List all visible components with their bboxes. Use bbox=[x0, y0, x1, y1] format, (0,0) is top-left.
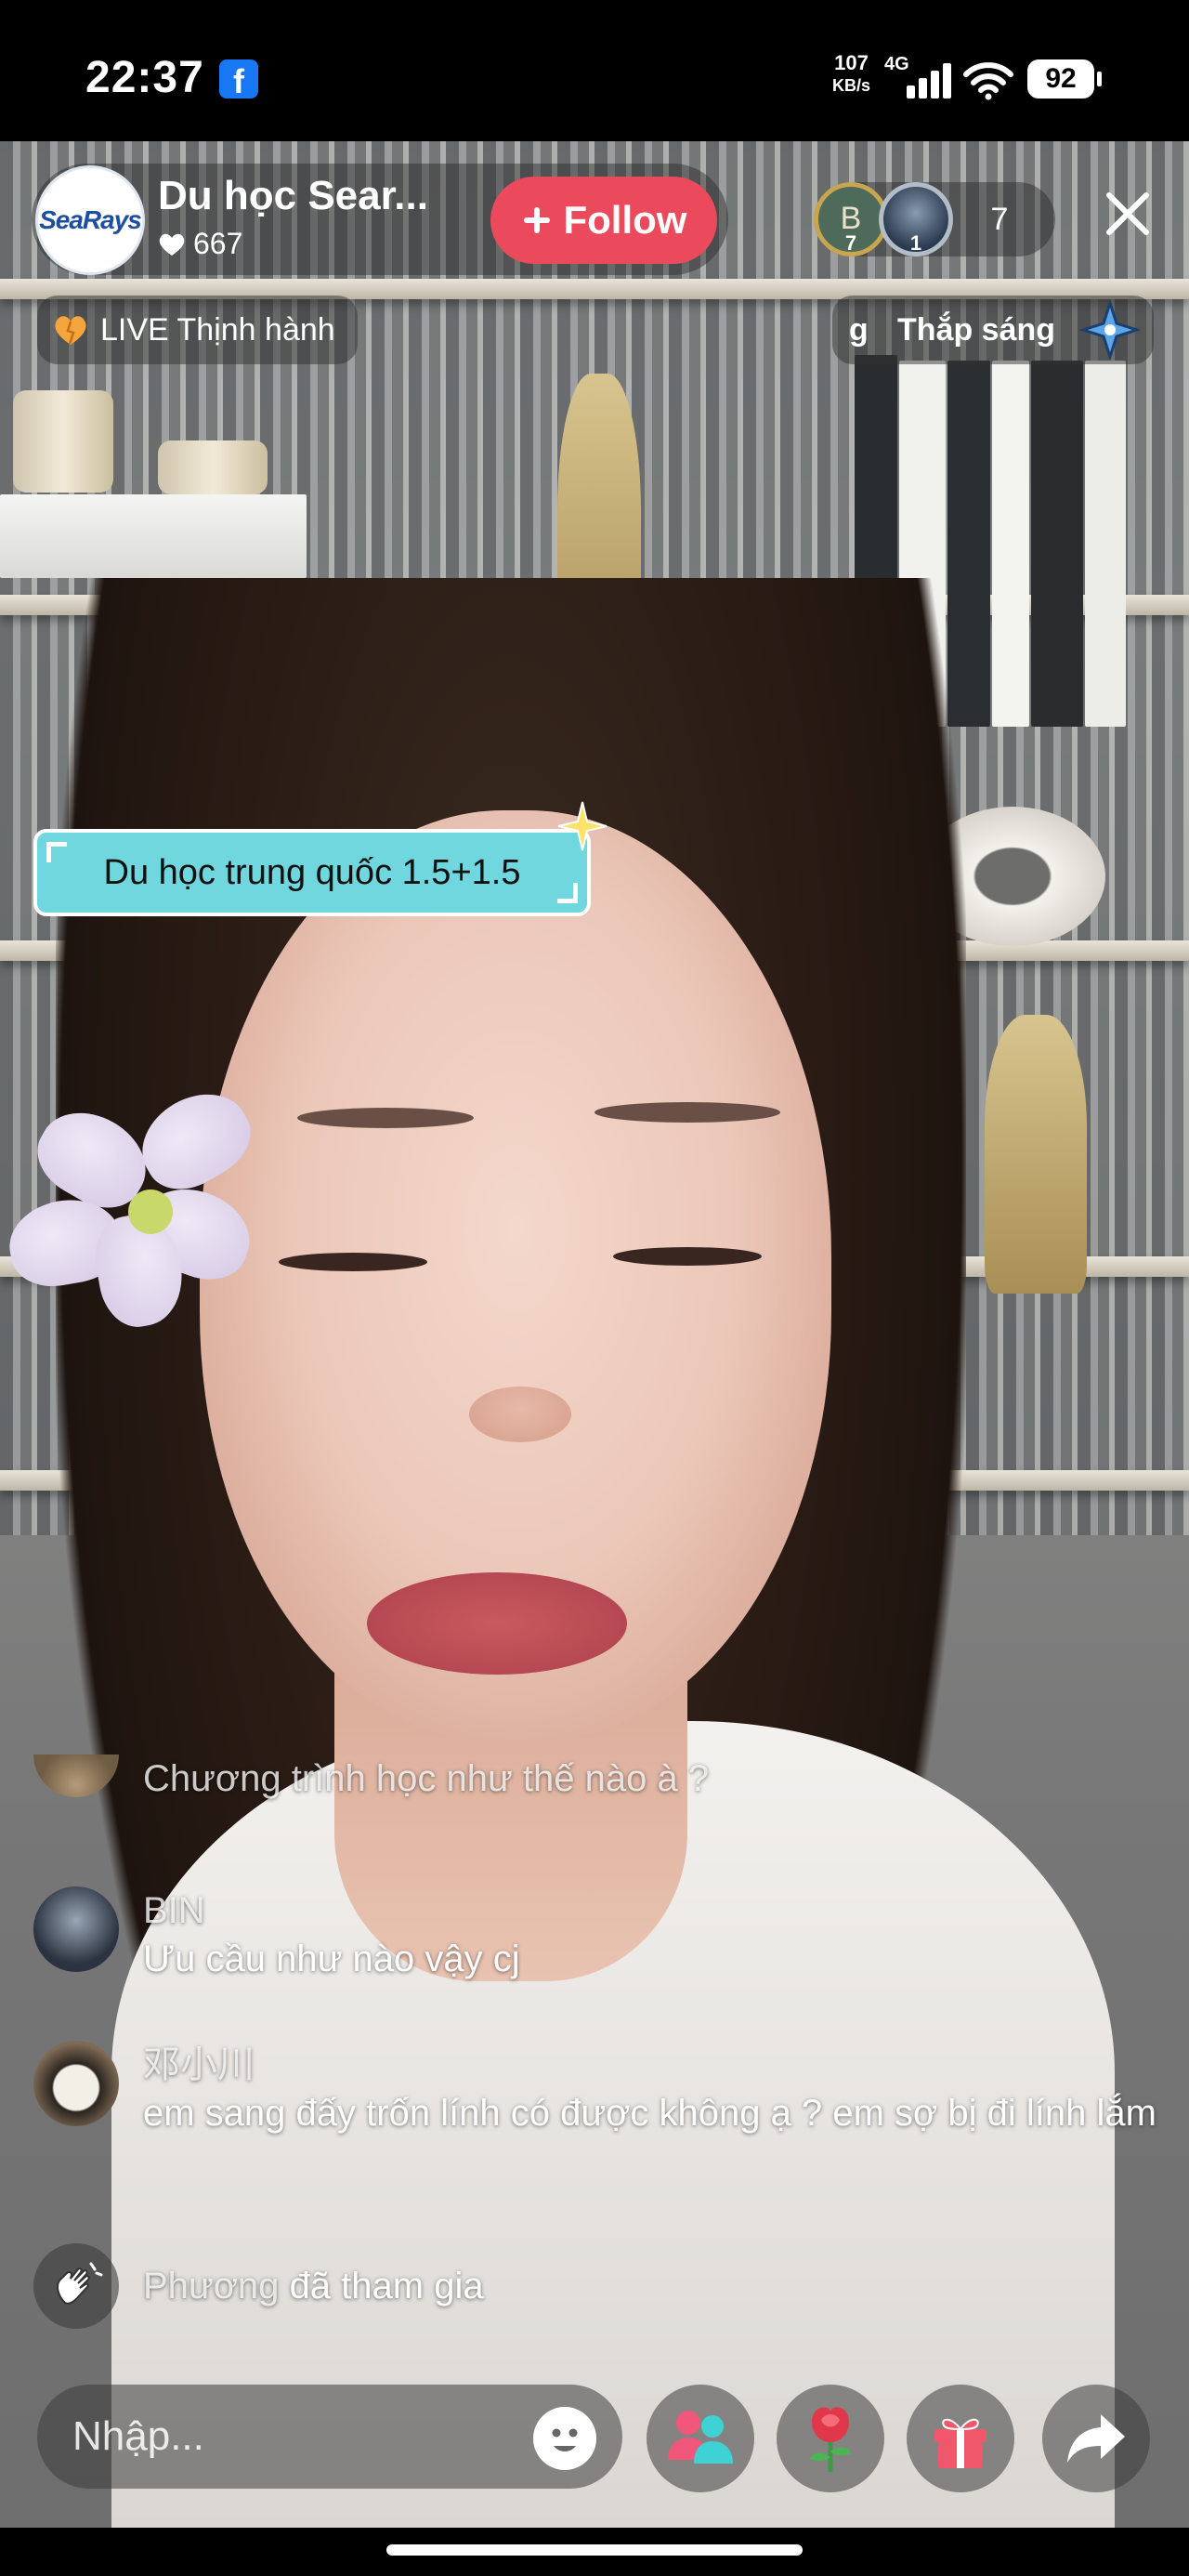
lips bbox=[367, 1572, 627, 1675]
follow-button[interactable]: Follow bbox=[490, 177, 717, 264]
host-name[interactable]: Du học Sear... bbox=[158, 173, 464, 219]
viewer-rank: 1 bbox=[909, 231, 922, 255]
share-button[interactable] bbox=[1042, 2385, 1150, 2492]
battery-indicator: 92 bbox=[1027, 59, 1102, 99]
join-text: đã tham gia bbox=[289, 2266, 484, 2307]
follow-label: Follow bbox=[563, 198, 687, 242]
book-stack bbox=[0, 494, 307, 578]
topic-sticker: Du học trung quốc 1.5+1.5 bbox=[33, 801, 608, 916]
live-trending-badge[interactable]: LIVE Thịnh hành bbox=[37, 296, 358, 364]
share-arrow-icon bbox=[1067, 2414, 1125, 2463]
searays-logo: SeaRays bbox=[39, 205, 142, 234]
likes-count: 667 bbox=[193, 227, 243, 260]
comment-body: Chương trình học như thế nào à ? bbox=[143, 1755, 709, 1803]
live-video-feed bbox=[0, 141, 1189, 2528]
join-event: Phương đã tham gia bbox=[33, 2243, 484, 2329]
comment-username[interactable]: BIN bbox=[143, 1886, 520, 1935]
top-viewer-avatar[interactable]: 1 bbox=[879, 182, 953, 256]
star-icon bbox=[557, 801, 608, 851]
hair-flower bbox=[0, 1076, 265, 1333]
comment-avatar[interactable] bbox=[33, 2041, 119, 2126]
cell-signal-icon bbox=[903, 61, 955, 99]
eye bbox=[613, 1247, 762, 1266]
gift-icon bbox=[934, 2418, 986, 2468]
vase bbox=[13, 390, 113, 493]
wifi-icon bbox=[963, 62, 1013, 100]
comment-text: Ưu cầu như nào vậy cj bbox=[143, 1939, 520, 1979]
rose-icon bbox=[810, 2407, 851, 2472]
sticker-text: Du học trung quốc 1.5+1.5 bbox=[103, 852, 521, 892]
network-speed-value: 107 bbox=[834, 51, 869, 74]
comment-item: Chương trình học như thế nào à ? bbox=[33, 1755, 709, 1803]
comment-avatar[interactable] bbox=[33, 1755, 119, 1797]
comment-item: BIN Ưu cầu như nào vậy cj bbox=[33, 1886, 520, 1983]
gift-button[interactable] bbox=[907, 2385, 1014, 2492]
close-icon[interactable] bbox=[1092, 178, 1163, 249]
comment-body: BIN Ưu cầu như nào vậy cj bbox=[143, 1886, 520, 1983]
join-body: Phương đã tham gia bbox=[143, 2243, 484, 2329]
comment-body: 邓小川 em sang đấy trốn lính có được không … bbox=[143, 2041, 1165, 2137]
comment-username[interactable]: 邓小川 bbox=[143, 2041, 1165, 2089]
comment-text: em sang đấy trốn lính có được không ạ ? … bbox=[143, 2093, 1156, 2134]
bowl bbox=[158, 440, 268, 494]
light-up-label: Thắp sáng bbox=[897, 311, 1056, 348]
viewer-rank: 7 bbox=[844, 231, 857, 255]
eyebrow bbox=[594, 1102, 780, 1123]
join-username[interactable]: Phương bbox=[143, 2266, 279, 2307]
comment-item: 邓小川 em sang đấy trốn lính có được không … bbox=[33, 2041, 1165, 2137]
host-likes: 667 bbox=[158, 227, 242, 261]
home-indicator[interactable] bbox=[386, 2544, 803, 2556]
heart-icon bbox=[159, 233, 185, 256]
book bbox=[992, 361, 1029, 727]
book bbox=[1085, 361, 1126, 727]
comment-avatar[interactable] bbox=[33, 1886, 119, 1972]
network-speed-unit: KB/s bbox=[832, 76, 871, 95]
figurine bbox=[985, 1015, 1087, 1294]
facebook-notification-icon: f bbox=[219, 59, 258, 100]
viewer-count[interactable]: 7 bbox=[972, 182, 1027, 256]
status-bar: 22:37 f 107 KB/s 4G 92 bbox=[0, 0, 1189, 141]
bright-prefix: g bbox=[849, 312, 869, 348]
light-up-button[interactable]: g Thắp sáng bbox=[832, 296, 1154, 364]
orange-heart-icon bbox=[55, 316, 86, 345]
book bbox=[1031, 361, 1083, 727]
top-viewer-avatar[interactable]: B 7 bbox=[814, 182, 888, 256]
rose-gift-button[interactable] bbox=[777, 2385, 884, 2492]
wave-hand-avatar bbox=[33, 2243, 119, 2329]
multi-guest-icon bbox=[668, 2411, 733, 2464]
plus-icon bbox=[523, 207, 550, 233]
comment-text: Chương trình học như thế nào à ? bbox=[143, 1758, 710, 1799]
emoji-icon[interactable] bbox=[533, 2407, 596, 2470]
guests-button[interactable] bbox=[647, 2385, 754, 2492]
network-speed: 107 KB/s bbox=[832, 52, 870, 97]
eyebrow bbox=[297, 1108, 474, 1128]
eye bbox=[279, 1253, 427, 1271]
clock: 22:37 bbox=[85, 53, 204, 102]
waving-hand-icon bbox=[57, 2262, 103, 2305]
nose bbox=[469, 1387, 571, 1442]
trending-label: LIVE Thịnh hành bbox=[100, 311, 335, 348]
sparkle-icon bbox=[1079, 299, 1141, 361]
host-avatar[interactable]: SeaRays bbox=[35, 165, 145, 275]
